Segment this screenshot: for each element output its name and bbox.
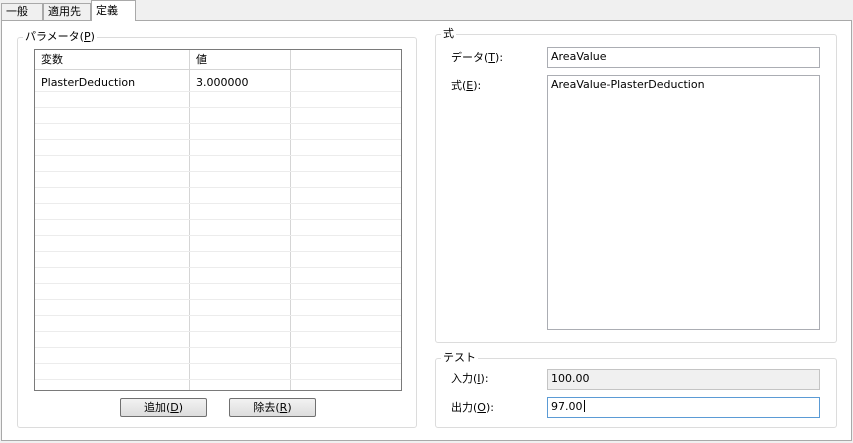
grid-row-line	[35, 299, 401, 300]
grid-row-line	[35, 203, 401, 204]
tab-general[interactable]: 一般	[1, 3, 43, 20]
grid-row-line	[35, 283, 401, 284]
grid-row-line	[35, 315, 401, 316]
grid-row-line	[35, 139, 401, 140]
column-header-variable[interactable]: 変数	[41, 52, 63, 67]
column-divider	[290, 50, 291, 390]
data-field[interactable]: AreaValue	[547, 47, 820, 68]
param-value-cell[interactable]: 3.000000	[196, 75, 249, 90]
grid-row-line	[35, 123, 401, 124]
tab-applies-to[interactable]: 適用先	[43, 3, 91, 20]
grid-header: 変数 値	[35, 50, 401, 70]
grid-row-line	[35, 155, 401, 156]
tab-label: 定義	[96, 4, 118, 17]
grid-row-line	[35, 379, 401, 380]
expression-field[interactable]: AreaValue-PlasterDeduction	[547, 75, 820, 330]
grid-row-line	[35, 187, 401, 188]
data-label: データ(T):	[451, 51, 504, 64]
text-caret	[583, 400, 585, 412]
test-group-label: テスト	[441, 351, 478, 364]
grid-row-line	[35, 251, 401, 252]
grid-row-line	[35, 91, 401, 92]
tab-label: 一般	[6, 5, 28, 18]
column-divider	[189, 50, 190, 390]
tab-label: 適用先	[48, 5, 81, 18]
grid-row-line	[35, 347, 401, 348]
grid-row-line	[35, 363, 401, 364]
grid-row-line	[35, 235, 401, 236]
grid-row-line	[35, 171, 401, 172]
column-header-value[interactable]: 値	[196, 52, 207, 67]
grid-row-line	[35, 107, 401, 108]
grid-row-line	[35, 331, 401, 332]
output-label: 出力(O):	[451, 401, 494, 414]
remove-parameter-button[interactable]: 除去(R)	[229, 398, 316, 417]
grid-row-line	[35, 219, 401, 220]
input-label: 入力(I):	[451, 372, 489, 385]
param-variable-cell[interactable]: PlasterDeduction	[41, 75, 135, 90]
add-parameter-button[interactable]: 追加(D)	[120, 398, 207, 417]
tab-definition[interactable]: 定義	[91, 0, 136, 21]
formula-group-label: 式	[441, 27, 456, 40]
grid-row-line	[35, 267, 401, 268]
parameters-grid[interactable]: 変数 値 PlasterDeduction 3.000000	[34, 49, 402, 391]
expression-label: 式(E):	[451, 79, 482, 92]
test-input-field[interactable]: 100.00	[547, 369, 820, 390]
test-output-field[interactable]: 97.00	[547, 397, 820, 418]
parameters-group-label: パラメータ(P)	[23, 30, 97, 43]
